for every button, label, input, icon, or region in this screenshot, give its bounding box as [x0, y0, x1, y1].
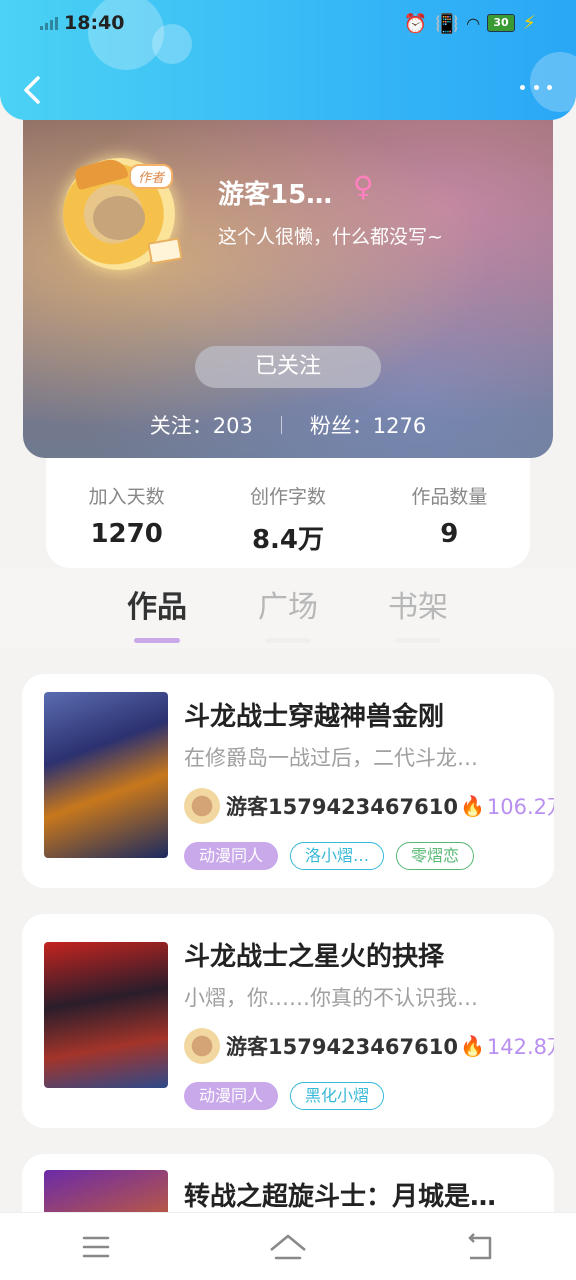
tab-works[interactable]: 作品 — [112, 582, 202, 643]
return-icon[interactable] — [460, 1232, 500, 1262]
heat-count: 142.8万人 — [486, 1035, 554, 1059]
tab-indicator — [265, 638, 311, 643]
stat-works: 作品数量 9 — [369, 458, 530, 568]
book-cover[interactable] — [44, 942, 168, 1088]
tag-list: 动漫同人 黑化小熠 — [184, 1082, 385, 1110]
signal-icon — [40, 16, 58, 30]
back-icon[interactable] — [18, 72, 48, 108]
system-nav-bar — [0, 1212, 576, 1280]
tag[interactable]: 黑化小熠 — [290, 1082, 385, 1110]
status-bar: 18:40 ⏰ 📳 ◠ 30 ⚡ — [40, 10, 536, 36]
alarm-icon: ⏰ — [403, 12, 428, 35]
stat-label: 加入天数 — [88, 486, 165, 508]
stat-words: 创作字数 8.4万 — [207, 458, 368, 568]
stat-label: 作品数量 — [411, 486, 488, 508]
author-row: 游客1579423467610 🔥 142.8万人 — [184, 1028, 554, 1064]
tab-indicator — [395, 638, 441, 643]
book-title: 转战之超旋斗士：月城是… — [184, 1182, 497, 1212]
follow-button[interactable]: 已关注 — [195, 346, 381, 388]
followers-count[interactable]: 粉丝：1276 — [310, 410, 426, 440]
heat-count: 106.2万人 — [486, 795, 554, 819]
home-icon[interactable] — [268, 1232, 308, 1262]
book-cover[interactable] — [44, 692, 168, 858]
menu-icon[interactable] — [76, 1232, 116, 1262]
avatar — [184, 788, 220, 824]
stat-days: 加入天数 1270 — [46, 458, 207, 568]
tab-label: 书架 — [388, 590, 448, 625]
profile-header: 作者 游客15… ♀ 这个人很懒，什么都没写~ 已关注 关注：203 粉丝：12… — [23, 100, 553, 458]
charging-icon: ⚡ — [522, 12, 536, 34]
stat-label: 创作字数 — [249, 486, 326, 508]
tag[interactable]: 动漫同人 — [184, 1082, 279, 1110]
stats-card: 加入天数 1270 创作字数 8.4万 作品数量 9 — [46, 458, 530, 568]
stat-value: 9 — [440, 519, 459, 549]
book-title: 斗龙战士之星火的抉择 — [184, 942, 445, 972]
author-row: 游客1579423467610 🔥 106.2万人 — [184, 788, 554, 824]
tab-label: 广场 — [258, 590, 318, 625]
following-count[interactable]: 关注：203 — [150, 410, 253, 440]
tab-indicator — [134, 638, 180, 643]
stat-value: 1270 — [90, 519, 163, 549]
tab-bookshelf[interactable]: 书架 — [373, 582, 463, 643]
wifi-icon: ◠ — [467, 13, 480, 33]
tab-square[interactable]: 广场 — [243, 582, 333, 643]
tag-list: 动漫同人 洛小熠… 零熠恋 — [184, 842, 475, 870]
book-desc: 小熠，你……你真的不认识我… — [184, 986, 478, 1010]
battery-icon: 30 — [487, 14, 515, 32]
follow-counts: 关注：203 粉丝：1276 — [23, 410, 553, 440]
more-icon[interactable] — [520, 80, 552, 94]
author-name: 游客1579423467610 — [226, 795, 458, 819]
fire-icon: 🔥 — [459, 794, 485, 818]
work-card[interactable]: 斗龙战士之星火的抉择 小熠，你……你真的不认识我… 游客157942346761… — [22, 914, 554, 1128]
work-card[interactable]: 斗龙战士穿越神兽金刚 在修爵岛一战过后，二代斗龙… 游客157942346761… — [22, 674, 554, 888]
tab-label: 作品 — [127, 590, 187, 625]
top-bar: 18:40 ⏰ 📳 ◠ 30 ⚡ — [0, 0, 576, 120]
tag[interactable]: 零熠恋 — [396, 842, 475, 870]
status-time: 18:40 — [64, 12, 125, 34]
fire-icon: 🔥 — [459, 1034, 485, 1058]
book-desc: 在修爵岛一战过后，二代斗龙… — [184, 746, 478, 770]
divider — [280, 416, 282, 434]
avatar — [184, 1028, 220, 1064]
tag[interactable]: 洛小熠… — [290, 842, 385, 870]
author-name: 游客1579423467610 — [226, 1035, 458, 1059]
tag[interactable]: 动漫同人 — [184, 842, 279, 870]
stat-value: 8.4万 — [251, 525, 325, 555]
bio-text: 这个人很懒，什么都没写~ — [218, 226, 443, 248]
vibrate-icon: 📳 — [435, 12, 460, 35]
female-icon: ♀ — [353, 170, 374, 203]
book-title: 斗龙战士穿越神兽金刚 — [184, 702, 445, 732]
nickname: 游客15… — [218, 180, 333, 210]
author-badge: 作者 — [129, 164, 174, 189]
